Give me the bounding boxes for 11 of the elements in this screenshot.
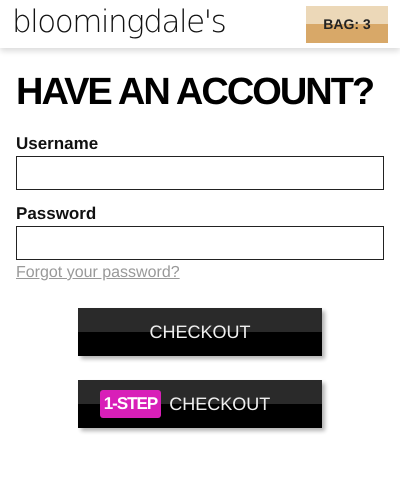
one-step-checkout-button[interactable]: 1-STEP CHECKOUT [78, 380, 322, 428]
input-field[interactable] [16, 156, 384, 190]
button-label: CHECKOUT [169, 394, 270, 414]
input-field[interactable] [16, 226, 384, 260]
bag-button[interactable]: BAG: 3 [306, 6, 388, 42]
field-label: Password [16, 204, 98, 224]
page-heading: HAVE AN ACCOUNT? [16, 70, 374, 114]
field-label: Username [16, 134, 100, 154]
one-step-badge: 1-STEP [100, 390, 162, 418]
logo[interactable]: bloomingdale's [12, 4, 226, 40]
checkout-button[interactable]: CHECKOUT [78, 308, 322, 356]
